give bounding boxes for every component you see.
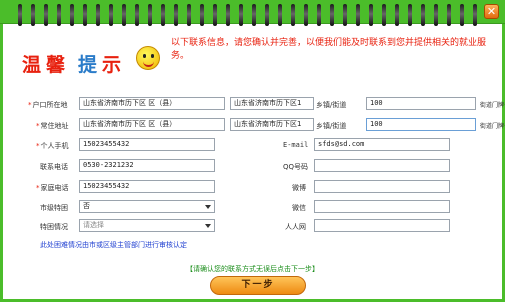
hukou-district-field[interactable]: 山东省济南市历下区 区（县）	[79, 97, 225, 110]
special-status-placeholder: 请选择	[83, 221, 104, 229]
wechat-label: 微信	[292, 204, 306, 212]
hukou-street-field[interactable]: 山东省济南市历下区1	[230, 97, 314, 110]
confirm-hint: 【请确认您的联系方式无误后点击下一步】	[186, 265, 319, 273]
renrenwang-field[interactable]	[314, 219, 450, 232]
logo-char-2: 馨	[46, 54, 66, 76]
smiley-face-icon	[136, 46, 160, 70]
wechat-field[interactable]	[314, 200, 450, 213]
weibo-label: 微博	[292, 184, 306, 192]
hukou-town-label: 乡镇/街道	[316, 101, 347, 109]
city-special-select[interactable]: 否	[79, 200, 215, 213]
notice-text: 以下联系信息，请您确认并完善，以便我们能及时联系到您并提供相关的就业服务。	[171, 38, 487, 61]
required-mark: *	[36, 184, 40, 192]
mobile-label: *个人手机	[36, 142, 69, 150]
email-field[interactable]: sfds@sd.com	[314, 138, 450, 151]
contact-info-dialog: ✕ 温 馨 提 示 以下联系信息，请您确认并完善，以便我们能及时联系到您并提供相…	[0, 0, 505, 302]
review-note: 此处困难情况由市或区级主管部门进行审核认定	[40, 241, 187, 249]
residence-label: *常住地址	[36, 122, 69, 130]
city-special-label: 市级特困	[40, 204, 68, 212]
hukou-house-number-label: 街道门牌号	[480, 102, 505, 109]
hukou-house-number-field[interactable]: 100	[366, 97, 476, 110]
logo-char-1: 温	[22, 54, 42, 76]
phone-field[interactable]: 0530-2321232	[79, 159, 215, 172]
frame-left-border	[0, 24, 3, 302]
phone-label: 联系电话	[40, 163, 68, 171]
residence-town-label: 乡镇/街道	[316, 122, 347, 130]
spiral-binding-decoration	[18, 4, 477, 26]
next-step-button[interactable]: 下一步	[210, 276, 306, 295]
required-mark: *	[36, 122, 40, 130]
mobile-field[interactable]: 15023455432	[79, 138, 215, 151]
hukou-label: *户口所在地	[28, 101, 68, 109]
warm-tip-logo: 温 馨 提 示	[22, 40, 167, 86]
required-mark: *	[36, 142, 40, 150]
residence-house-number-field[interactable]: 100	[366, 118, 476, 131]
dialog-header-bar: ✕	[0, 0, 505, 26]
weibo-field[interactable]	[314, 180, 450, 193]
home-phone-label: *家庭电话	[36, 184, 69, 192]
qq-field[interactable]	[314, 159, 450, 172]
city-special-value: 否	[83, 202, 90, 210]
residence-district-field[interactable]: 山东省济南市历下区 区（县）	[79, 118, 225, 131]
special-status-select[interactable]: 请选择	[79, 219, 215, 232]
qq-label: QQ号码	[283, 163, 309, 171]
renrenwang-label: 人人网	[285, 223, 306, 231]
home-phone-field[interactable]: 15023455432	[79, 180, 215, 193]
required-mark: *	[28, 101, 32, 109]
residence-street-field[interactable]: 山东省济南市历下区1	[230, 118, 314, 131]
logo-char-3: 提	[78, 54, 98, 76]
chevron-down-icon	[205, 205, 211, 209]
email-label: E-mail	[283, 141, 309, 149]
close-button[interactable]: ✕	[484, 4, 499, 19]
special-status-label: 特困情况	[40, 223, 68, 231]
logo-char-4: 示	[102, 54, 122, 76]
chevron-down-icon	[205, 224, 211, 228]
residence-house-number-label: 街道门牌号	[480, 123, 505, 130]
